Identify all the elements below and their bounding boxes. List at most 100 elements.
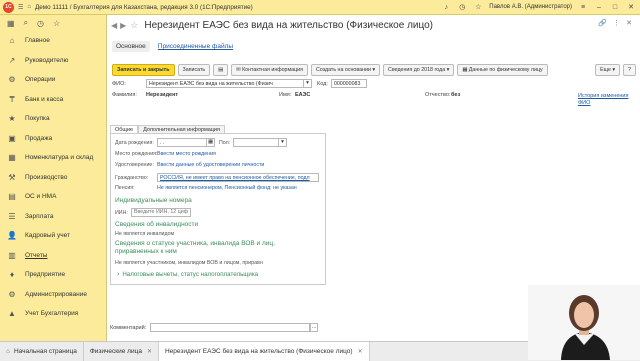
citizenship-label: Гражданство:: [115, 174, 149, 181]
birthplace-label: Место рождения:: [115, 151, 158, 157]
veteran-value[interactable]: Не является участником, инвалидом ВОВ и …: [115, 260, 263, 266]
minimize-icon[interactable]: –: [594, 4, 604, 11]
settings-icon[interactable]: ≡: [578, 4, 588, 11]
close-tab-icon[interactable]: ✕: [358, 348, 363, 355]
sidebar-item[interactable]: ▣ Продажа: [0, 129, 106, 149]
sidebar-item[interactable]: ♦ Предприятие: [0, 265, 106, 285]
task-persons[interactable]: Физические лица ✕: [84, 342, 159, 361]
link-icon[interactable]: 🔗: [598, 19, 607, 27]
sidebar-item-label: ОС и НМА: [25, 193, 57, 201]
id-link[interactable]: Ввести данные об удостоверении личности: [157, 162, 264, 168]
sidebar-item[interactable]: ☰ Зарплата: [0, 207, 106, 227]
calendar-icon[interactable]: ▦: [207, 138, 215, 147]
menu-icon[interactable]: ☰: [18, 4, 23, 11]
veteran-row: Не является участником, инвалидом ВОВ и …: [115, 260, 263, 266]
contact-info-button[interactable]: ✉ Контактная информация: [231, 63, 308, 76]
app-logo-icon: 1С: [3, 1, 14, 13]
comment-expand-icon[interactable]: …: [310, 323, 319, 332]
sidebar-item[interactable]: ▤ ОС и НМА: [0, 187, 106, 207]
sidebar-item-label: Руководителю: [25, 56, 69, 64]
sidebar-item[interactable]: ▲ Учет Бухгалтерия: [0, 304, 106, 324]
sidebar-item[interactable]: ⚒ Производство: [0, 168, 106, 188]
history-icon[interactable]: ◷: [37, 19, 44, 28]
fio-field[interactable]: Нерезидент ЕАЭС без вида на жительство (…: [146, 79, 304, 88]
home-small-icon[interactable]: ⌂: [27, 4, 31, 10]
warehouse-icon: ▦: [8, 153, 16, 163]
surname-value: Нерезидент: [146, 92, 179, 98]
comment-field[interactable]: [150, 323, 311, 332]
salary-icon: ☰: [8, 211, 16, 221]
tax-deductions-row[interactable]: › Налоговые вычеты, статус налогоплатель…: [117, 271, 258, 278]
print-icon[interactable]: ▤: [213, 63, 229, 76]
sidebar-item[interactable]: ▦ Номенклатура и склад: [0, 148, 106, 168]
close-form-icon[interactable]: ✕: [626, 19, 632, 27]
expand-chevron-icon[interactable]: ›: [117, 271, 119, 278]
sidebar-item-label: Главное: [25, 37, 50, 45]
history-icon[interactable]: ◷: [457, 3, 467, 11]
sidebar-item[interactable]: 👤 Кадровый учет: [0, 226, 106, 246]
task-home[interactable]: ⌂ Начальная страница: [0, 342, 84, 361]
person-data-button[interactable]: ▦ Данные по физическому лицу: [457, 63, 548, 76]
save-button[interactable]: Записать: [177, 63, 211, 76]
name-label: Имя:: [279, 92, 292, 98]
window-title: Демо 11111 / Бухгалтерия для Казахстана,…: [35, 3, 253, 11]
birthplace-link[interactable]: Ввести место рождения: [157, 151, 216, 157]
fio-dropdown-icon[interactable]: ▾: [304, 79, 312, 88]
sidebar-item-label: Операции: [25, 76, 56, 84]
help-button[interactable]: ?: [623, 64, 636, 76]
back-arrow-icon[interactable]: ◀: [111, 21, 117, 30]
code-field[interactable]: 000000083: [330, 79, 367, 88]
sidebar-item[interactable]: ↗ Руководителю: [0, 51, 106, 71]
veteran-heading: Сведения о статусе участника, инвалида В…: [115, 240, 275, 255]
user-name[interactable]: Павлов А.В. (Администратор): [489, 4, 572, 10]
info-2018-button[interactable]: Сведения до 2018 года ▾: [383, 63, 455, 76]
sidebar-item[interactable]: ▥ Отчеты: [0, 246, 106, 266]
sidebar-item[interactable]: ⚙ Администрирование: [0, 285, 106, 305]
sidebar-item[interactable]: ₸ Банк и касса: [0, 90, 106, 110]
close-tab-icon[interactable]: ✕: [147, 348, 152, 355]
task-current[interactable]: Нерезидент ЕАЭС без вида на жительство (…: [158, 342, 370, 361]
form-header: ◀ ▶ ☆ Нерезидент ЕАЭС без вида на житель…: [108, 17, 640, 33]
favorites-icon[interactable]: ☆: [473, 3, 483, 11]
star-icon[interactable]: ☆: [53, 19, 60, 28]
iin-input[interactable]: [131, 208, 191, 217]
pension-link[interactable]: Не является пенсионером, Пенсионный фонд…: [157, 185, 297, 191]
contact-info-label: Контактная информация: [242, 66, 303, 73]
disability-value[interactable]: Не является инвалидом: [115, 231, 174, 237]
bookmark-star-icon[interactable]: ☆: [130, 20, 138, 31]
tab-attached-files[interactable]: Присоединенные файлы: [154, 41, 237, 52]
maximize-icon[interactable]: □: [610, 4, 620, 11]
pension-row: Пенсия: Не является пенсионером, Пенсион…: [115, 185, 297, 191]
gender-label: Пол:: [219, 139, 231, 146]
reports-icon: ▥: [8, 250, 16, 260]
save-and-close-button[interactable]: Записать и закрыть: [112, 63, 175, 76]
sidebar-list: ⌂ Главное ↗ Руководителю ⚙ Операции ₸ Банк и ка…: [0, 31, 106, 324]
search-icon[interactable]: ⌕: [24, 18, 28, 28]
create-basis-button[interactable]: Создать на основании ▾: [310, 63, 381, 76]
birth-date-field[interactable]: . .: [157, 138, 207, 147]
gender-dropdown-icon[interactable]: ▾: [279, 138, 287, 147]
close-window-icon[interactable]: ✕: [626, 3, 636, 11]
history-link-row: История изменения ФИО: [578, 93, 633, 107]
task-persons-label: Физические лица: [89, 348, 142, 355]
form-tabs: Основное Присоединенные файлы: [112, 41, 237, 52]
forward-arrow-icon[interactable]: ▶: [120, 21, 126, 30]
gender-select[interactable]: [233, 138, 279, 147]
name-parts-row: Фамилия: Нерезидент Имя: ЕАЭС Отчество: …: [112, 92, 460, 98]
tab-main[interactable]: Основное: [112, 41, 150, 52]
tax-deductions-heading[interactable]: Налоговые вычеты, статус налогоплательщи…: [122, 271, 258, 278]
presenter-video: [528, 285, 640, 360]
more-button[interactable]: Еще ▾: [595, 64, 621, 76]
factory-icon: ⚒: [8, 172, 16, 182]
more-icon[interactable]: ⋮: [613, 19, 620, 27]
sidebar-item[interactable]: ⌂ Главное: [0, 31, 106, 51]
sidebar-item-label: Отчеты: [25, 251, 48, 259]
sidebar-item[interactable]: ⚙ Операции: [0, 70, 106, 90]
fio-history-link[interactable]: История изменения ФИО: [578, 93, 633, 107]
grid-icon[interactable]: ▦: [7, 19, 15, 28]
bell-icon[interactable]: ♪: [441, 4, 451, 11]
citizenship-field[interactable]: РОССИЯ, не имеет право на пенсионное обе…: [157, 173, 319, 182]
sidebar-item-label: Предприятие: [25, 271, 66, 279]
sidebar-item[interactable]: ★ Покупка: [0, 109, 106, 129]
create-basis-label: Создать на основании: [315, 66, 371, 73]
